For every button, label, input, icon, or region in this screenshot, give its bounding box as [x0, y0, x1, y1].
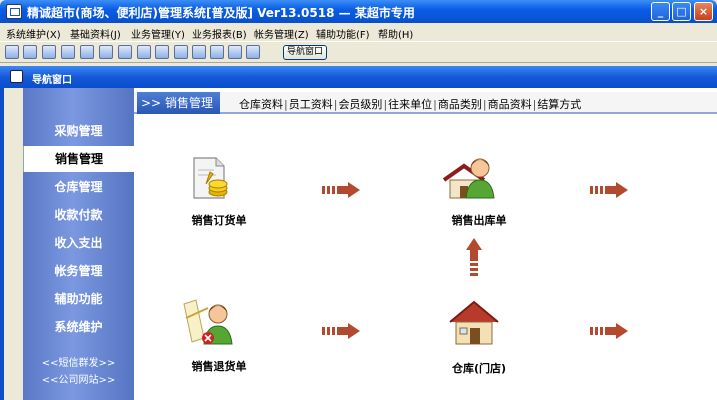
- arrow-up-icon: [466, 238, 482, 276]
- title-bar: 精诚超市(商场、便利店)管理系统[普及版] Ver13.0518 — 某超市专用…: [0, 0, 717, 23]
- sales-outbound-label: 销售出库单: [451, 214, 507, 227]
- nav-window: 导航窗口 采购管理 销售管理 仓库管理 收款付款 收入支出 帐务管理 辅助功能 …: [0, 66, 717, 400]
- tab-bar: >> 销售管理 仓库资料|员工资料|会员级别|往来单位|商品类别|商品资料|结算…: [134, 92, 717, 114]
- tab-separator: |: [532, 98, 537, 111]
- sidebar-item-purchase[interactable]: 采购管理: [23, 118, 134, 144]
- sales-order-label: 销售订货单: [191, 214, 247, 227]
- nav-window-title: 导航窗口: [32, 75, 72, 86]
- toolbar: 导航窗口: [0, 41, 717, 63]
- app-icon: [6, 4, 22, 19]
- exit-icon[interactable]: [246, 45, 260, 59]
- tab-member-level[interactable]: 会员级别: [338, 98, 382, 111]
- tab-employee-data[interactable]: 员工资料: [289, 98, 333, 111]
- tab-separator: |: [284, 98, 288, 111]
- arrow-right-icon: [590, 323, 628, 339]
- tab-separator: |: [433, 98, 437, 111]
- menu-system[interactable]: 系统维护(X): [6, 26, 61, 41]
- save-icon[interactable]: [192, 45, 206, 59]
- chart-icon[interactable]: [155, 45, 169, 59]
- arrow-right-icon: [322, 323, 360, 339]
- document-person-icon: [183, 299, 233, 345]
- arrow-right-icon: [590, 182, 628, 198]
- menu-help[interactable]: 帮助(H): [378, 26, 413, 41]
- sidebar-item-warehouse[interactable]: 仓库管理: [23, 174, 134, 200]
- sidebar-item-income[interactable]: 收入支出: [23, 230, 134, 256]
- tab-separator: |: [383, 98, 388, 111]
- document-coins-icon: [193, 157, 228, 199]
- print-icon[interactable]: [210, 45, 224, 59]
- house-person-icon: [442, 158, 495, 199]
- sales-outbound-node[interactable]: 销售出库单: [424, 154, 514, 234]
- sales-return-label: 销售退货单: [191, 360, 247, 373]
- window-icon[interactable]: [42, 45, 56, 59]
- menu-basic-data[interactable]: 基础资料(J): [70, 26, 121, 41]
- warehouse-node[interactable]: 仓库(门店): [424, 298, 524, 378]
- list-icon[interactable]: [23, 45, 37, 59]
- arrow-right-icon: [322, 182, 360, 198]
- sms-link[interactable]: <<短信群发>>: [23, 356, 134, 372]
- house-icon: [449, 300, 499, 345]
- transfer-icon[interactable]: [137, 45, 151, 59]
- new-icon[interactable]: [5, 45, 19, 59]
- menu-reports[interactable]: 业务报表(B): [192, 26, 247, 41]
- card-icon[interactable]: [174, 45, 188, 59]
- tab-settlement[interactable]: 结算方式: [537, 98, 581, 111]
- nav-window-icon: [10, 70, 23, 83]
- warehouse-label: 仓库(门店): [451, 362, 507, 375]
- nav-window-caption: 导航窗口: [0, 66, 717, 88]
- sidebar-item-tools[interactable]: 辅助功能: [23, 286, 134, 312]
- tab-partners[interactable]: 往来单位: [388, 98, 432, 111]
- tab-separator: |: [482, 98, 487, 111]
- tab-sales-label: 销售管理: [164, 96, 213, 110]
- tab-warehouse-data[interactable]: 仓库资料: [239, 98, 283, 111]
- sidebar: 采购管理 销售管理 仓库管理 收款付款 收入支出 帐务管理 辅助功能 系统维护 …: [4, 88, 134, 400]
- main-panel: >> 销售管理 仓库资料|员工资料|会员级别|往来单位|商品类别|商品资料|结算…: [134, 88, 717, 400]
- menu-business[interactable]: 业务管理(Y): [131, 26, 185, 41]
- menu-accounts[interactable]: 帐务管理(Z): [254, 26, 309, 41]
- menu-bar: 系统维护(X) 基础资料(J) 业务管理(Y) 业务报表(B) 帐务管理(Z) …: [0, 23, 717, 41]
- help-icon[interactable]: [228, 45, 242, 59]
- sidebar-item-system[interactable]: 系统维护: [23, 314, 134, 340]
- sales-order-node[interactable]: 销售订货单: [174, 154, 264, 234]
- tab-separator: |: [333, 98, 338, 111]
- close-button[interactable]: ×: [694, 2, 713, 21]
- stock-icon[interactable]: [99, 45, 113, 59]
- maximize-button[interactable]: □: [672, 2, 691, 21]
- sidebar-item-accounts[interactable]: 帐务管理: [23, 258, 134, 284]
- tab-categories[interactable]: 商品类别: [438, 98, 482, 111]
- menu-tools[interactable]: 辅助功能(F): [316, 26, 370, 41]
- quick-links: 仓库资料|员工资料|会员级别|往来单位|商品类别|商品资料|结算方式: [239, 96, 581, 112]
- cart-icon[interactable]: [80, 45, 94, 59]
- app-window: 精诚超市(商场、便利店)管理系统[普及版] Ver13.0518 — 某超市专用…: [0, 0, 717, 400]
- tab-sales-active[interactable]: >> 销售管理: [137, 92, 220, 114]
- minimize-button[interactable]: _: [651, 2, 670, 21]
- tab-products[interactable]: 商品资料: [488, 98, 532, 111]
- sidebar-item-sales[interactable]: 销售管理: [23, 146, 134, 172]
- folder-icon[interactable]: [61, 45, 75, 59]
- window-title: 精诚超市(商场、便利店)管理系统[普及版] Ver13.0518 — 某超市专用: [27, 6, 415, 20]
- nav-content: 采购管理 销售管理 仓库管理 收款付款 收入支出 帐务管理 辅助功能 系统维护 …: [4, 88, 717, 400]
- sales-return-node[interactable]: 销售退货单: [174, 298, 264, 378]
- tab-arrow-icon: >>: [141, 96, 165, 110]
- users-icon[interactable]: [118, 45, 132, 59]
- nav-window-button[interactable]: 导航窗口: [283, 45, 327, 60]
- sidebar-item-payments[interactable]: 收款付款: [23, 202, 134, 228]
- website-link[interactable]: <<公司网站>>: [23, 373, 134, 389]
